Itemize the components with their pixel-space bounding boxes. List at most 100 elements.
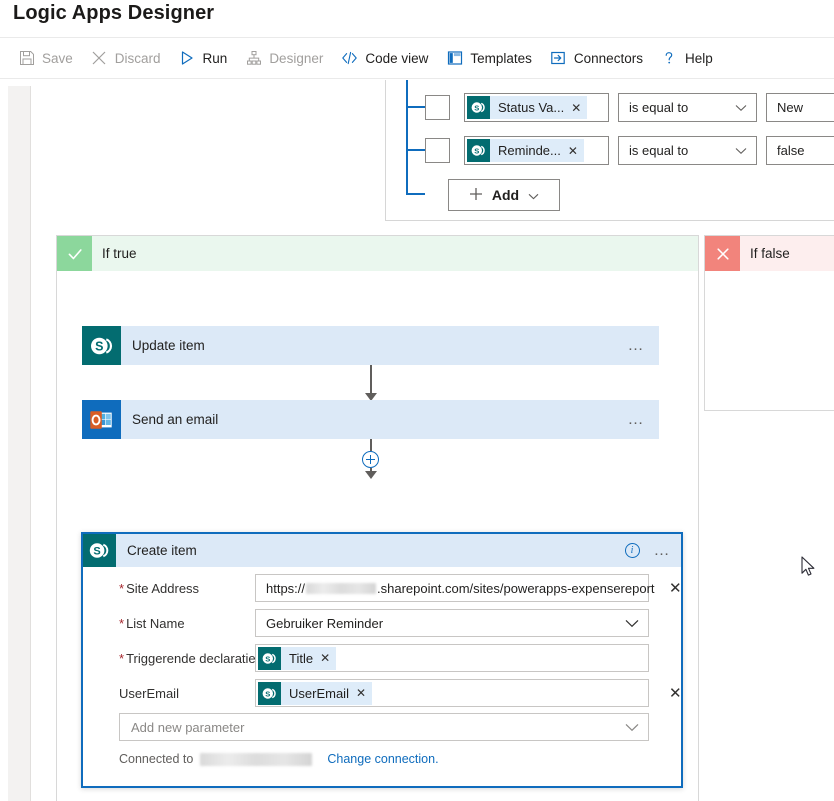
help-button[interactable]: Help (654, 43, 720, 73)
close-icon[interactable]: ✕ (669, 686, 682, 701)
outlook-icon (82, 400, 121, 439)
condition-branch-line (406, 193, 425, 195)
svg-text:S: S (93, 545, 100, 557)
templates-button[interactable]: Templates (439, 43, 539, 73)
templates-label: Templates (470, 50, 532, 66)
site-address-value: https://.sharepoint.com/sites/powerapps-… (266, 580, 655, 596)
code-view-label: Code view (365, 50, 429, 66)
change-connection-link[interactable]: Change connection. (327, 752, 438, 766)
canvas-vertical-scrollbar[interactable] (8, 86, 31, 801)
condition-value-input[interactable]: false (766, 136, 834, 165)
chevron-down-icon (735, 100, 747, 115)
sharepoint-icon: S (258, 646, 281, 670)
list-name-dropdown[interactable]: Gebruiker Reminder (255, 609, 649, 637)
condition-field-input[interactable]: S Status Va... ✕ (464, 93, 609, 122)
create-item-card: S Create item i … * Site Address https://… (81, 532, 683, 788)
run-icon (179, 50, 196, 67)
condition-operator-select[interactable]: is equal to (618, 136, 757, 165)
chevron-down-icon (625, 619, 639, 628)
if-true-header: If true (57, 236, 698, 271)
create-item-header[interactable]: S Create item i … (83, 534, 681, 567)
insert-step-button[interactable] (362, 451, 379, 468)
redacted-account-name (200, 752, 313, 766)
if-false-title: If false (750, 246, 790, 261)
sharepoint-icon: S (467, 96, 490, 119)
designer-label: Designer (269, 50, 324, 66)
help-icon (661, 50, 678, 67)
save-icon (18, 50, 35, 67)
action-label: Send an email (132, 412, 219, 427)
field-label: * List Name (119, 615, 185, 631)
create-item-menu-button[interactable]: … (654, 542, 672, 559)
run-button[interactable]: Run (172, 43, 235, 73)
run-label: Run (202, 50, 228, 66)
chevron-down-icon (528, 187, 539, 203)
condition-operator-value: is equal to (629, 100, 689, 115)
discard-button[interactable]: Discard (84, 43, 168, 73)
field-token: S UserEmail ✕ (258, 681, 373, 705)
svg-text:S: S (474, 146, 479, 155)
remove-token-icon[interactable]: ✕ (571, 102, 581, 114)
info-icon[interactable]: i (624, 543, 640, 558)
field-token: S Status Va... ✕ (467, 96, 588, 119)
designer-button[interactable]: Designer (238, 43, 330, 73)
field-list-name: * List Name Gebruiker Reminder (83, 609, 681, 637)
condition-row: S Status Va... ✕ is equal to New (425, 93, 834, 122)
chevron-down-icon (735, 143, 747, 158)
condition-operator-value: is equal to (629, 143, 689, 158)
action-menu-button[interactable]: … (628, 411, 646, 428)
if-true-title: If true (102, 246, 137, 261)
field-triggerende-declaratie: * Triggerende declaratie S Title ✕ (83, 644, 681, 672)
condition-value-input[interactable]: New (766, 93, 834, 122)
condition-row: S Reminde... ✕ is equal to false (425, 136, 834, 165)
condition-field-input[interactable]: S Reminde... ✕ (464, 136, 609, 165)
connectors-button[interactable]: Connectors (543, 43, 650, 73)
condition-value-text: New (777, 100, 804, 115)
save-button[interactable]: Save (11, 43, 80, 73)
svg-text:S: S (474, 103, 479, 112)
action-label: Update item (132, 338, 205, 353)
field-site-address: * Site Address https://.sharepoint.com/si… (83, 574, 682, 602)
required-asterisk: * (119, 650, 125, 666)
field-label: * Triggerende declaratie (119, 650, 256, 666)
connectors-label: Connectors (573, 50, 643, 66)
logic-apps-designer-window: Logic Apps Designer Save Discard Run Des… (0, 0, 834, 801)
useremail-input[interactable]: S UserEmail ✕ (255, 679, 649, 707)
check-icon (57, 236, 92, 271)
close-icon[interactable]: ✕ (669, 581, 682, 596)
code-view-button[interactable]: Code view (334, 43, 435, 73)
action-send-an-email[interactable]: Send an email … (82, 400, 659, 439)
code-view-icon (341, 50, 358, 67)
designer-canvas: S Status Va... ✕ is equal to New S Remin… (31, 80, 834, 801)
required-asterisk: * (119, 580, 125, 596)
triggerende-declaratie-input[interactable]: S Title ✕ (255, 644, 649, 672)
discard-icon (91, 50, 108, 67)
help-label: Help (684, 50, 713, 66)
field-token-label: Reminde... (498, 143, 561, 158)
sharepoint-icon: S (467, 139, 490, 162)
action-menu-button[interactable]: … (628, 337, 646, 354)
add-new-parameter-dropdown[interactable]: Add new parameter (119, 713, 649, 741)
field-token: S Title ✕ (258, 646, 337, 670)
sharepoint-icon: S (82, 326, 121, 365)
list-name-value: Gebruiker Reminder (266, 615, 384, 631)
add-condition-button[interactable]: Add (448, 179, 560, 211)
field-token-label: UserEmail (289, 685, 349, 701)
remove-token-icon[interactable]: ✕ (356, 687, 366, 699)
save-label: Save (42, 50, 73, 66)
site-address-input[interactable]: https://.sharepoint.com/sites/powerapps-… (255, 574, 655, 602)
condition-row-checkbox[interactable] (425, 95, 450, 120)
add-new-parameter-placeholder: Add new parameter (131, 719, 245, 735)
connector-arrow (365, 471, 377, 479)
create-item-title: Create item (127, 543, 197, 558)
condition-row-checkbox[interactable] (425, 138, 450, 163)
remove-token-icon[interactable]: ✕ (568, 145, 578, 157)
remove-token-icon[interactable]: ✕ (320, 652, 330, 664)
field-token-label: Title (289, 650, 314, 666)
page-title: Logic Apps Designer (13, 2, 215, 24)
condition-operator-select[interactable]: is equal to (618, 93, 757, 122)
field-label: UserEmail (119, 685, 179, 701)
plus-icon (469, 187, 483, 204)
action-update-item[interactable]: S Update item … (82, 326, 659, 365)
redacted-tenant-name (306, 582, 377, 594)
